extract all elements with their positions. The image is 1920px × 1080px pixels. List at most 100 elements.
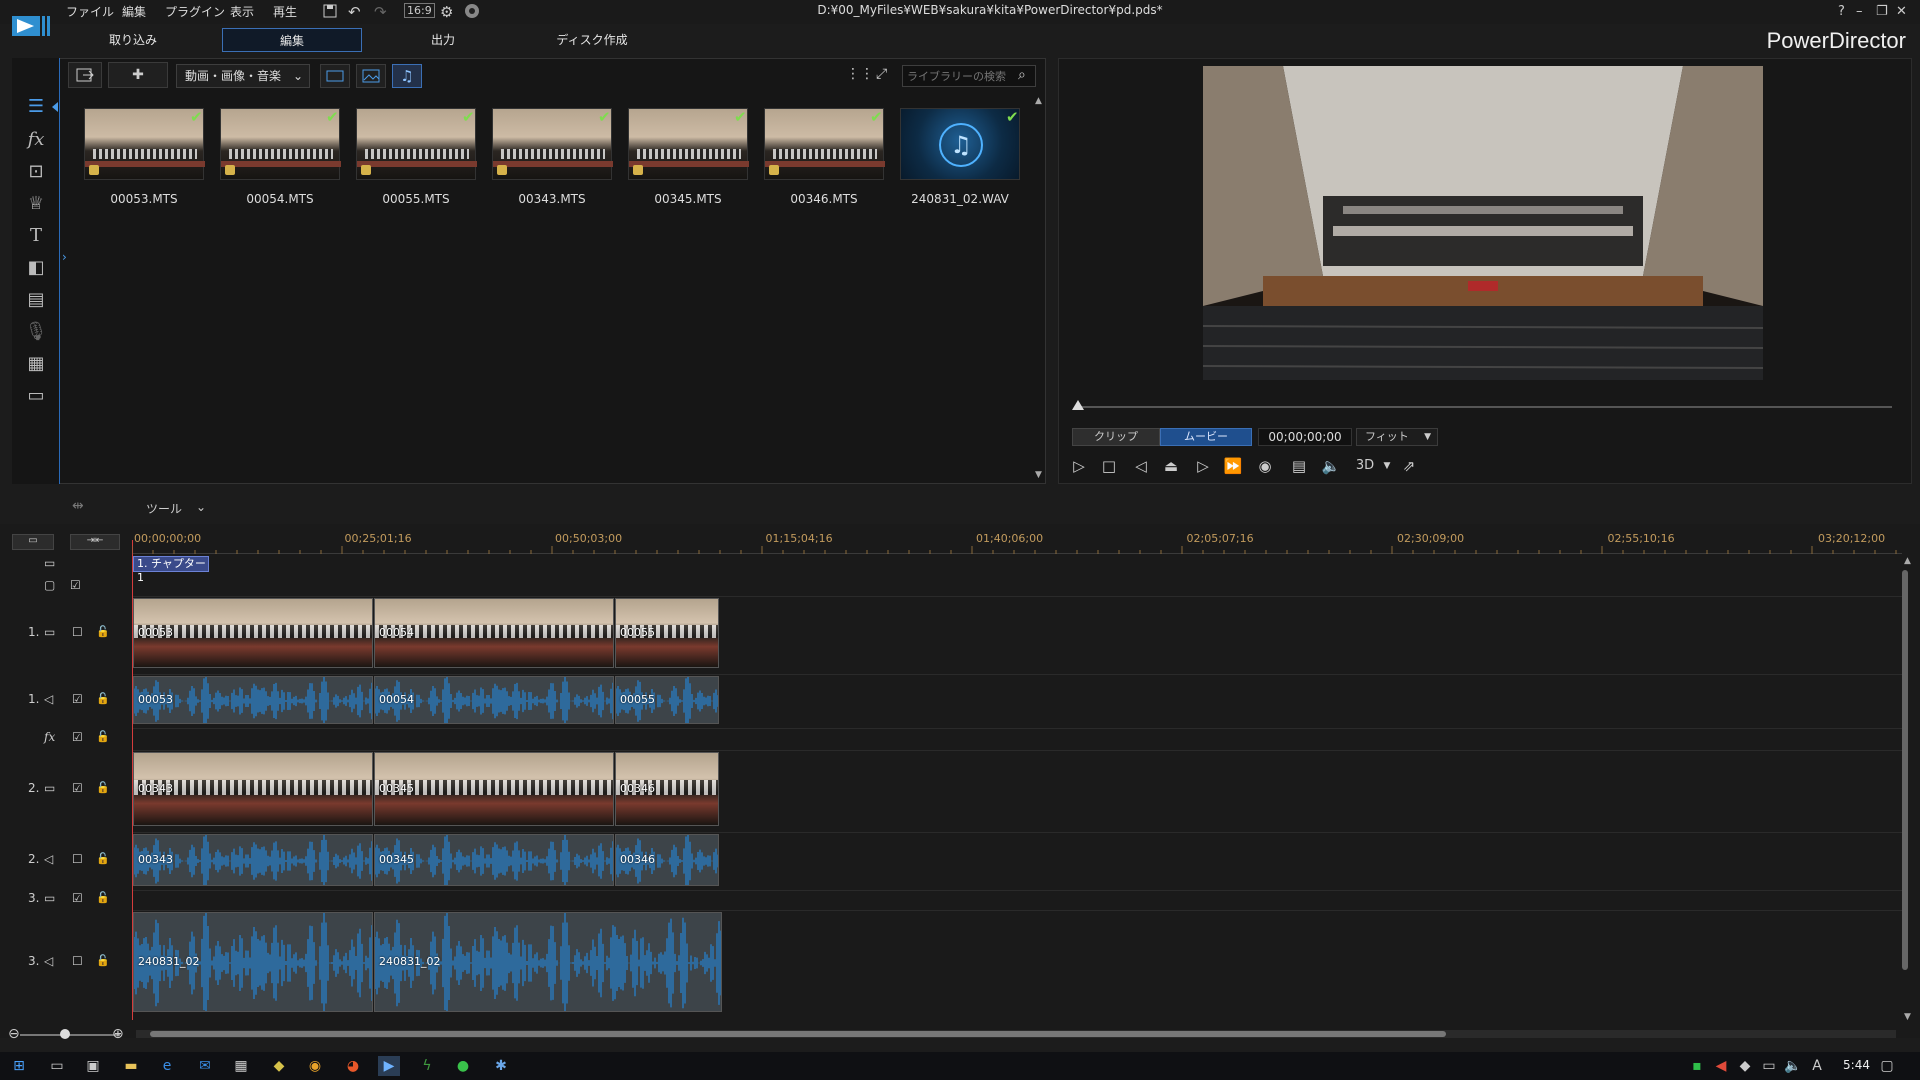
filter-video-button[interactable] <box>320 64 350 88</box>
app-logo-icon[interactable] <box>12 14 52 40</box>
track-enable-checkbox[interactable]: ☑ <box>72 692 92 706</box>
zoom-in-icon[interactable]: ⊕ <box>112 1026 124 1042</box>
media-thumbnail[interactable] <box>764 108 885 180</box>
tool-icon[interactable]: ϟ <box>416 1056 438 1076</box>
particle-room-icon[interactable]: ♕ <box>24 193 48 215</box>
zoom-fit-select[interactable]: フィット ▼ <box>1356 428 1438 446</box>
audio-clip[interactable]: 00346 <box>615 834 719 886</box>
tools-chevron-down-icon[interactable]: ⌄ <box>196 500 206 514</box>
track-manager-icon[interactable]: ▭ <box>12 534 54 550</box>
track-enable-checkbox[interactable]: ☐ <box>72 852 92 866</box>
subtitle-toggle-icon[interactable]: ▤ <box>1288 456 1310 476</box>
menu-edit[interactable]: 編集 <box>122 3 146 20</box>
file-explorer-icon[interactable]: ▬ <box>120 1056 142 1076</box>
subtitle-track-checkbox[interactable]: ☑ <box>70 578 90 592</box>
video-clip[interactable]: 00343 <box>133 752 373 826</box>
movie-mode-button[interactable]: ムービー <box>1160 428 1252 446</box>
track-enable-checkbox[interactable]: ☑ <box>72 730 92 744</box>
search-icon[interactable]: ⌕ <box>1018 67 1026 83</box>
menu-plugin[interactable]: プラグイン <box>165 3 225 20</box>
snapshot-icon[interactable]: ◉ <box>1254 456 1276 476</box>
split-icon[interactable]: ⏏ <box>1160 456 1182 476</box>
timeline-vertical-scrollbar[interactable] <box>1902 570 1908 970</box>
video-clip[interactable]: 00346 <box>615 752 719 826</box>
menu-file[interactable]: ファイル <box>66 3 114 20</box>
restore-button[interactable]: ❐ <box>1876 4 1888 19</box>
track-enable-checkbox[interactable]: ☑ <box>72 781 92 795</box>
media-thumbnail[interactable]: ♫ <box>900 108 1020 180</box>
task-view-icon[interactable]: ▣ <box>82 1056 104 1076</box>
audio-clip[interactable]: 240831_02 <box>133 912 373 1012</box>
tab-disc[interactable]: ディスク作成 <box>540 28 644 52</box>
undock-preview-icon[interactable]: ⇗ <box>1398 456 1420 476</box>
audio-mixing-room-icon[interactable]: ▤ <box>24 289 48 311</box>
tray-network-icon[interactable]: ▭ <box>1758 1056 1780 1076</box>
menu-view[interactable]: 表示 <box>230 3 254 20</box>
mail-icon[interactable]: ✉ <box>194 1056 216 1076</box>
track-enable-checkbox[interactable]: ☐ <box>72 625 92 639</box>
title-room-icon[interactable]: T <box>24 225 48 247</box>
media-filter-select[interactable]: 動画・画像・音楽 ⌄ <box>176 64 310 88</box>
subtitle-room-icon[interactable]: ▭ <box>24 385 48 407</box>
audio-clip[interactable]: 00345 <box>374 834 614 886</box>
plugin-button[interactable]: ✚ <box>108 62 168 88</box>
track-enable-checkbox[interactable]: ☑ <box>72 891 92 905</box>
clip-mode-button[interactable]: クリップ <box>1072 428 1160 446</box>
action-center-icon[interactable]: ▢ <box>1876 1056 1898 1076</box>
timeline-track[interactable] <box>132 890 1902 908</box>
previous-frame-icon[interactable]: ◁ <box>1130 456 1152 476</box>
timeline-mode-icon[interactable]: ⇥⇤ <box>70 534 120 550</box>
media-thumbnail[interactable] <box>220 108 341 180</box>
network-app-icon[interactable]: ✱ <box>490 1056 512 1076</box>
fx-room-icon[interactable]: fx <box>24 129 48 151</box>
enlarge-icon[interactable]: ⤢ <box>876 66 887 82</box>
zoom-out-icon[interactable]: ⊖ <box>8 1026 20 1042</box>
voice-over-room-icon[interactable]: 🎙 <box>24 321 48 343</box>
timecode-display[interactable]: 00;00;00;00 <box>1258 428 1352 446</box>
tab-capture[interactable]: 取り込み <box>90 28 176 52</box>
media-thumbnail[interactable] <box>628 108 749 180</box>
scroll-up-icon[interactable]: ▲ <box>1035 96 1042 106</box>
media-thumbnail[interactable] <box>356 108 477 180</box>
play-icon[interactable]: ▷ <box>1068 456 1090 476</box>
track-lock-icon[interactable]: 🔓 <box>96 781 116 794</box>
filter-music-button[interactable]: ♫ <box>392 64 422 88</box>
media-thumbnail[interactable] <box>84 108 205 180</box>
tray-speaker-icon[interactable]: 🔈 <box>1782 1056 1804 1076</box>
media-thumbnail[interactable] <box>492 108 613 180</box>
transition-room-icon[interactable]: ◧ <box>24 257 48 279</box>
audio-clip[interactable]: 00054 <box>374 676 614 724</box>
firefox-icon[interactable]: ◕ <box>342 1056 364 1076</box>
timeline-zoom-slider[interactable] <box>20 1034 120 1036</box>
video-clip[interactable]: 00054 <box>374 598 614 668</box>
save-icon[interactable] <box>322 3 338 19</box>
help-button[interactable]: ? <box>1838 4 1845 19</box>
start-menu-icon[interactable]: ⊞ <box>8 1056 30 1076</box>
timeline-scroll-up-icon[interactable]: ▲ <box>1904 556 1911 566</box>
timeline-track[interactable] <box>132 728 1902 748</box>
scroll-down-icon[interactable]: ▼ <box>1035 470 1042 480</box>
audio-clip[interactable]: 00053 <box>133 676 373 724</box>
video-clip[interactable]: 00345 <box>374 752 614 826</box>
grid-view-icon[interactable]: ⋮⋮ <box>846 66 874 82</box>
expand-panel-icon[interactable]: › <box>62 250 67 264</box>
search-taskbar-icon[interactable]: ▭ <box>46 1056 68 1076</box>
horizontal-scroll-thumb[interactable] <box>150 1031 1446 1037</box>
filter-image-button[interactable] <box>356 64 386 88</box>
redo-icon[interactable]: ↷ <box>374 3 390 21</box>
chrome-icon[interactable]: ◉ <box>304 1056 326 1076</box>
tab-produce[interactable]: 出力 <box>400 28 486 52</box>
line-messenger-icon[interactable]: ● <box>452 1056 474 1076</box>
import-media-button[interactable] <box>68 62 102 88</box>
tray-volume-alert-icon[interactable]: ◀ <box>1710 1056 1732 1076</box>
menu-playback[interactable]: 再生 <box>273 3 297 20</box>
fit-timeline-icon[interactable]: ⇹ <box>72 498 84 514</box>
timeline-playhead[interactable] <box>132 540 133 1020</box>
pip-room-icon[interactable]: ⊡ <box>24 161 48 183</box>
settings-gear-icon[interactable]: ⚙ <box>440 3 456 21</box>
chapter-room-icon[interactable]: ▦ <box>24 353 48 375</box>
zoom-slider-handle[interactable] <box>60 1029 70 1039</box>
stop-icon[interactable]: □ <box>1098 456 1120 476</box>
undo-icon[interactable]: ↶ <box>348 3 364 21</box>
calculator-icon[interactable]: ▦ <box>230 1056 252 1076</box>
